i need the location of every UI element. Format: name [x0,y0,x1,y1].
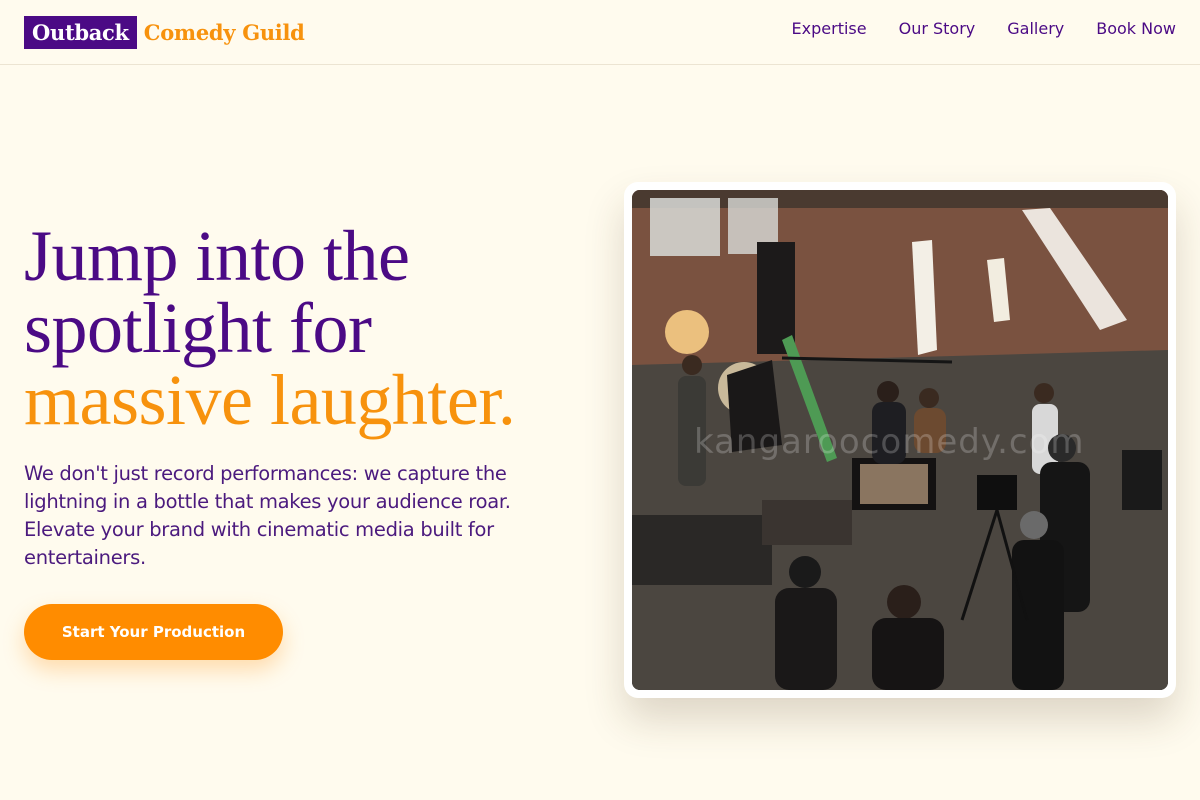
nav-book-now[interactable]: Book Now [1096,19,1176,38]
nav-expertise[interactable]: Expertise [792,19,867,38]
window-left [650,198,720,256]
lamp-glow-left [665,310,709,354]
photo-watermark: kangaroocomedy.com [694,422,1085,462]
crew-head-4 [682,355,702,375]
hero-title-line-2: spotlight for [24,288,372,368]
nav-gallery[interactable]: Gallery [1007,19,1064,38]
main-nav: Expertise Our Story Gallery Book Now [792,19,1176,38]
table-left [632,515,772,585]
hero-photo: kangaroocomedy.com [632,190,1168,690]
logo-box-text: Outback [24,15,137,49]
crew-head-7 [789,556,821,588]
crew-head-3 [1034,383,1054,403]
site-header: Outback Comedy Guild Expertise Our Story… [0,0,1200,65]
hero-title: Jump into the spotlight for massive laug… [24,220,584,436]
crate [762,500,852,545]
hero-title-line-1: Jump into the [24,216,410,296]
start-production-button[interactable]: Start Your Production [24,604,283,660]
hero-photo-card: kangaroocomedy.com [624,182,1176,698]
hero-title-accent: massive laughter. [24,360,516,440]
crew-head-8 [887,585,921,619]
logo-text: Comedy Guild [143,19,305,45]
camera-rig [977,475,1017,510]
page: Outback Comedy Guild Expertise Our Story… [0,0,1200,800]
monitor-screen [860,464,928,504]
nav-our-story[interactable]: Our Story [899,19,976,38]
chair-right [1122,450,1162,510]
crew-head-6 [1020,511,1048,539]
crew-head-1 [877,381,899,403]
crew-body-8 [872,618,944,690]
crew-body-6 [1012,540,1064,690]
crew-head-2 [919,388,939,408]
hero-subtitle: We don't just record performances: we ca… [24,462,511,569]
logo[interactable]: Outback Comedy Guild [24,15,305,49]
crew-body-7 [775,588,837,690]
